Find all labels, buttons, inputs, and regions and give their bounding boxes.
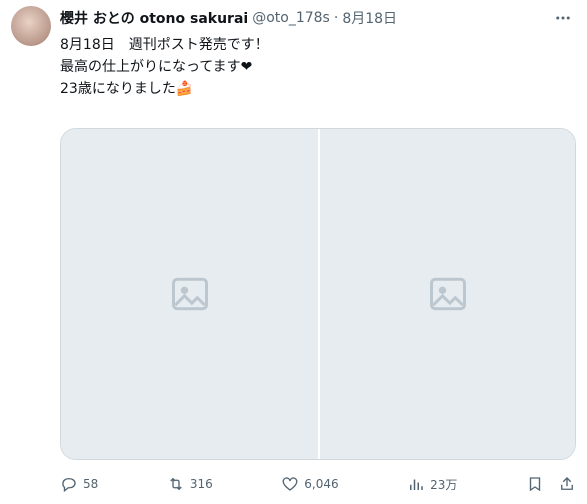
handle[interactable]: @oto_178s — [252, 10, 330, 26]
image-placeholder-icon — [171, 277, 208, 311]
like-icon — [282, 477, 298, 491]
more-icon — [556, 16, 570, 20]
share-button[interactable] — [558, 475, 576, 493]
tweet-line: 23歳になりました🍰 — [60, 81, 194, 97]
avatar[interactable] — [11, 6, 51, 46]
reply-count: 58 — [83, 477, 99, 491]
repost-button[interactable]: 316 — [167, 475, 213, 493]
share-icon — [561, 477, 573, 490]
repost-count: 316 — [189, 477, 213, 491]
like-button[interactable]: 6,046 — [281, 475, 339, 493]
tweet-media — [60, 128, 576, 460]
like-count: 6,046 — [304, 477, 339, 491]
views-icon — [410, 479, 423, 490]
action-extras — [526, 475, 576, 493]
bookmark-button[interactable] — [526, 475, 544, 493]
separator: · — [333, 10, 339, 26]
bookmark-icon — [529, 477, 541, 492]
tweet-line: 8月18日 週刊ポスト発売です！ — [60, 37, 269, 53]
views-count: 23万 — [430, 477, 458, 492]
media-image-1[interactable] — [61, 129, 318, 459]
more-button[interactable] — [551, 8, 575, 28]
tweet-header: 櫻井 おとの otono sakurai @oto_178s · 8月18日 — [60, 8, 537, 28]
reply-icon — [62, 478, 76, 493]
tweet-date[interactable]: 8月18日 — [342, 8, 397, 28]
display-name[interactable]: 櫻井 おとの otono sakurai — [60, 8, 248, 28]
tweet-text: 8月18日 週刊ポスト発売です！ 最高の仕上がりになってます❤ 23歳になりまし… — [60, 34, 560, 100]
tweet-line: 最高の仕上がりになってます❤ — [60, 59, 253, 75]
media-image-2[interactable] — [320, 129, 575, 459]
image-placeholder-icon — [429, 277, 466, 311]
repost-icon — [170, 477, 182, 491]
reply-button[interactable]: 58 — [60, 475, 98, 493]
views-button[interactable]: 23万 — [407, 475, 457, 493]
tweet-actions: 58 316 6,046 23万 — [60, 472, 576, 496]
